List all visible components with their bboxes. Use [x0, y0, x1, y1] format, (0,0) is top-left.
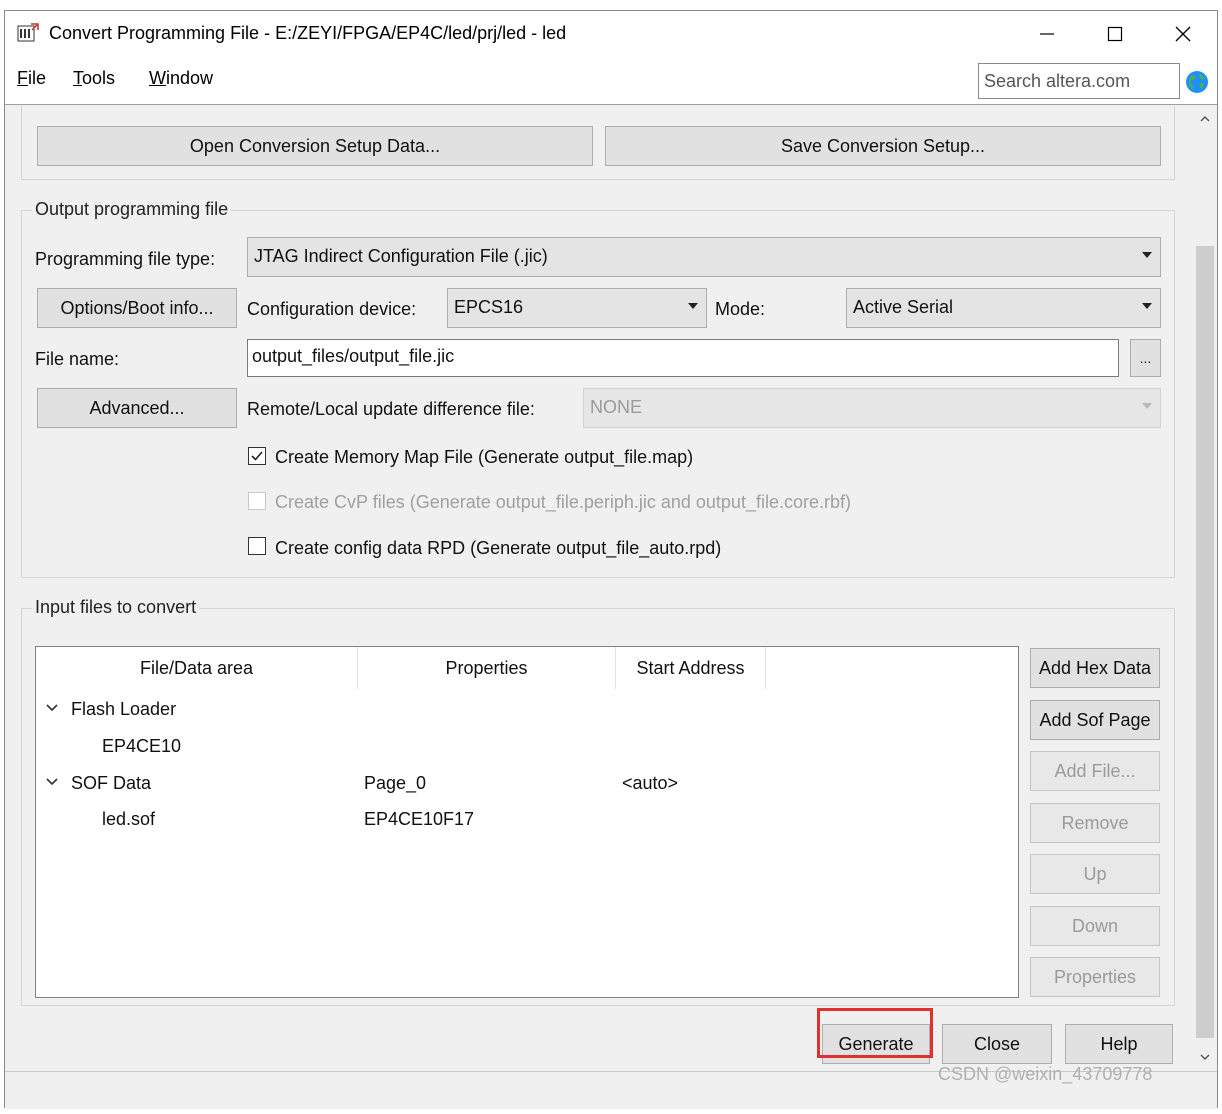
dropdown-arrow-icon	[688, 303, 698, 309]
sof-data-properties: Page_0	[364, 773, 427, 793]
input-group-title: Input files to convert	[32, 597, 200, 618]
menu-window[interactable]: Window	[149, 68, 213, 89]
scroll-down-icon[interactable]	[1200, 1052, 1210, 1062]
remote-local-update-select[interactable]: NONE	[583, 388, 1161, 428]
configuration-device-value: EPCS16	[454, 297, 524, 317]
column-header-start-address[interactable]: Start Address	[616, 647, 766, 689]
sof-data-start-address: <auto>	[622, 773, 679, 793]
programming-file-type-select[interactable]: JTAG Indirect Configuration File (.jic)	[247, 237, 1161, 277]
close-icon	[1175, 26, 1191, 42]
up-button[interactable]: Up	[1030, 854, 1160, 894]
chevron-down-icon[interactable]	[46, 703, 58, 713]
properties-button[interactable]: Properties	[1030, 957, 1160, 997]
programming-file-type-value: JTAG Indirect Configuration File (.jic)	[254, 246, 548, 266]
add-file-button[interactable]: Add File...	[1030, 751, 1160, 791]
minimize-icon	[1040, 33, 1054, 35]
browse-button[interactable]: ...	[1130, 339, 1161, 377]
scrollbar-thumb[interactable]	[1196, 246, 1214, 1038]
checkmark-icon	[251, 451, 263, 461]
convert-programming-file-window: Convert Programming File - E:/ZEYI/FPGA/…	[4, 10, 1218, 1109]
down-button[interactable]: Down	[1030, 906, 1160, 946]
options-boot-info-button[interactable]: Options/Boot info...	[37, 288, 237, 328]
maximize-button[interactable]	[1081, 11, 1149, 57]
programming-file-type-label: Programming file type:	[35, 249, 216, 269]
memory-map-label[interactable]: Create Memory Map File (Generate output_…	[275, 447, 693, 468]
dropdown-arrow-icon	[1142, 403, 1152, 409]
save-conversion-setup-button[interactable]: Save Conversion Setup...	[605, 126, 1161, 166]
remote-local-update-label: Remote/Local update difference file:	[247, 399, 535, 419]
generate-highlight-box	[817, 1008, 933, 1058]
configuration-device-label: Configuration device:	[247, 299, 417, 319]
chevron-down-icon[interactable]	[46, 777, 58, 787]
maximize-icon	[1107, 26, 1123, 42]
quartus-app-icon	[17, 23, 39, 42]
input-files-table[interactable]: File/Data area Properties Start Address …	[35, 646, 1019, 998]
open-conversion-setup-button[interactable]: Open Conversion Setup Data...	[37, 126, 593, 166]
watermark: CSDN @weixin_43709778	[938, 1064, 1153, 1084]
title-bar[interactable]: Convert Programming File - E:/ZEYI/FPGA/…	[5, 11, 1217, 57]
config-rpd-label[interactable]: Create config data RPD (Generate output_…	[275, 538, 721, 559]
mode-value: Active Serial	[853, 297, 954, 317]
remote-local-update-value: NONE	[590, 397, 643, 417]
add-hex-data-button[interactable]: Add Hex Data	[1030, 648, 1160, 688]
config-rpd-checkbox[interactable]	[248, 537, 266, 555]
search-input[interactable]: Search altera.com	[978, 63, 1180, 99]
tree-row-led-sof[interactable]: led.sof	[102, 809, 155, 830]
menu-bar: File Tools Window Search altera.com	[5, 57, 1217, 105]
minimize-button[interactable]	[1013, 11, 1081, 57]
dropdown-arrow-icon	[1142, 252, 1152, 258]
mode-select[interactable]: Active Serial	[846, 288, 1161, 328]
mode-label: Mode:	[715, 299, 766, 319]
column-header-properties[interactable]: Properties	[358, 647, 616, 689]
memory-map-checkbox[interactable]	[248, 447, 266, 465]
tree-row-sof-data[interactable]: SOF Data	[71, 773, 151, 794]
configuration-device-select[interactable]: EPCS16	[447, 288, 707, 328]
vertical-scrollbar[interactable]	[1193, 106, 1217, 1071]
dropdown-arrow-icon	[1142, 303, 1152, 309]
content-panel: Open Conversion Setup Data... Save Conve…	[5, 106, 1193, 1071]
tree-row-flash-loader[interactable]: Flash Loader	[71, 699, 176, 720]
file-name-label: File name:	[35, 349, 120, 369]
column-header-file-data-area[interactable]: File/Data area	[36, 647, 358, 689]
output-group-title: Output programming file	[32, 199, 232, 220]
close-window-button[interactable]	[1149, 11, 1217, 57]
remove-button[interactable]: Remove	[1030, 803, 1160, 843]
cvp-files-checkbox[interactable]	[248, 492, 266, 510]
menu-file[interactable]: File	[17, 68, 46, 89]
globe-icon[interactable]	[1185, 70, 1209, 94]
advanced-button[interactable]: Advanced...	[37, 388, 237, 428]
cvp-files-label[interactable]: Create CvP files (Generate output_file.p…	[275, 492, 851, 513]
scroll-up-icon[interactable]	[1200, 114, 1210, 124]
file-name-input[interactable]: output_files/output_file.jic	[247, 339, 1119, 377]
window-title: Convert Programming File - E:/ZEYI/FPGA/…	[49, 23, 567, 43]
help-button[interactable]: Help	[1065, 1024, 1173, 1064]
menu-tools[interactable]: Tools	[73, 68, 115, 89]
close-button[interactable]: Close	[942, 1024, 1052, 1064]
add-sof-page-button[interactable]: Add Sof Page	[1030, 700, 1160, 740]
tree-row-ep4ce10[interactable]: EP4CE10	[102, 736, 181, 757]
led-sof-properties: EP4CE10F17	[364, 809, 475, 829]
